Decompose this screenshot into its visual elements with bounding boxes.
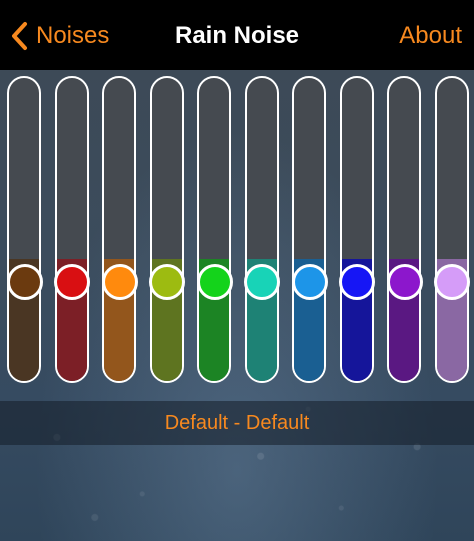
slider-knob-8[interactable] [339,263,375,300]
slider-knob-3[interactable] [101,263,138,300]
slider-knob-7[interactable] [291,263,328,300]
slider-knob-9[interactable] [386,263,423,300]
chevron-left-icon [12,22,27,50]
slider-knob-10[interactable] [434,263,470,300]
slider-track-6[interactable] [244,76,279,383]
slider-track-5[interactable] [197,76,231,383]
slider-knob-4[interactable] [149,263,185,300]
slider-track-2[interactable] [54,76,89,383]
back-button-label: Noises [36,22,110,49]
equalizer-panel: Default - Default [0,70,474,541]
slider-knob-2[interactable] [54,263,90,300]
navigation-bar: Noises Rain Noise About [0,0,474,70]
slider-track-10[interactable] [434,76,469,383]
slider-track-8[interactable] [339,76,374,383]
preset-label: Default - Default [164,411,310,434]
slider-knob-5[interactable] [196,263,233,300]
about-button[interactable]: About [399,18,462,54]
slider-track-7[interactable] [292,76,326,383]
slider-knob-6[interactable] [244,263,280,300]
back-button[interactable]: Noises [10,18,109,54]
slider-knob-1[interactable] [6,263,43,300]
slider-track-9[interactable] [387,76,421,383]
slider-track-4[interactable] [149,76,184,383]
slider-track-3[interactable] [102,76,136,383]
slider-track-1[interactable] [7,76,41,383]
preset-bar[interactable]: Default - Default [0,401,474,445]
